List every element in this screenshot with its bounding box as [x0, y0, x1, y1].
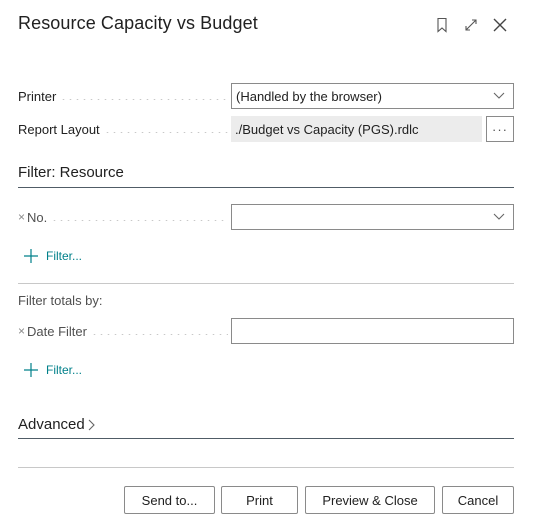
add-resource-filter-link[interactable]: Filter...	[24, 246, 82, 266]
footer-divider	[18, 467, 514, 468]
remove-filter-icon[interactable]: ×	[18, 324, 25, 338]
date-filter-row: × Date Filter	[18, 318, 514, 344]
report-layout-label: Report Layout	[18, 116, 228, 142]
plus-icon	[24, 363, 38, 377]
chevron-down-icon	[493, 213, 505, 220]
bookmark-icon[interactable]	[431, 14, 453, 36]
advanced-section-toggle[interactable]: Advanced	[18, 416, 96, 433]
close-icon[interactable]	[489, 14, 511, 36]
send-to-button[interactable]: Send to...	[124, 486, 215, 514]
chevron-right-icon	[88, 419, 95, 430]
filter-resource-divider	[18, 187, 514, 188]
printer-select[interactable]: (Handled by the browser)	[231, 83, 514, 109]
printer-label: Printer	[18, 83, 228, 109]
advanced-divider	[18, 438, 514, 439]
cancel-button[interactable]: Cancel	[442, 486, 514, 514]
filter-totals-heading: Filter totals by:	[18, 293, 103, 308]
dialog-title: Resource Capacity vs Budget	[18, 13, 258, 33]
print-button[interactable]: Print	[221, 486, 298, 514]
filter-no-row: × No.	[18, 204, 514, 230]
filter-resource-heading: Filter: Resource	[18, 164, 124, 181]
report-layout-value: ./Budget vs Capacity (PGS).rdlc	[235, 121, 419, 137]
chevron-down-icon	[493, 92, 505, 99]
filter-totals-divider	[18, 283, 514, 284]
report-layout-field[interactable]: ./Budget vs Capacity (PGS).rdlc	[231, 116, 482, 142]
add-totals-filter-link[interactable]: Filter...	[24, 360, 82, 380]
printer-row: Printer (Handled by the browser)	[18, 83, 514, 109]
printer-value: (Handled by the browser)	[236, 88, 382, 104]
filter-no-label: × No.	[18, 204, 228, 230]
filter-no-input[interactable]	[231, 204, 514, 230]
plus-icon	[24, 249, 38, 263]
date-filter-label: × Date Filter	[18, 318, 228, 344]
expand-icon[interactable]	[460, 14, 482, 36]
preview-close-button[interactable]: Preview & Close	[305, 486, 435, 514]
report-layout-lookup-button[interactable]: ···	[486, 116, 514, 142]
report-request-dialog: Resource Capacity vs Budget Printer (Han…	[0, 0, 536, 526]
date-filter-input[interactable]	[231, 318, 514, 344]
remove-filter-icon[interactable]: ×	[18, 210, 25, 224]
report-layout-row: Report Layout ./Budget vs Capacity (PGS)…	[18, 116, 514, 142]
